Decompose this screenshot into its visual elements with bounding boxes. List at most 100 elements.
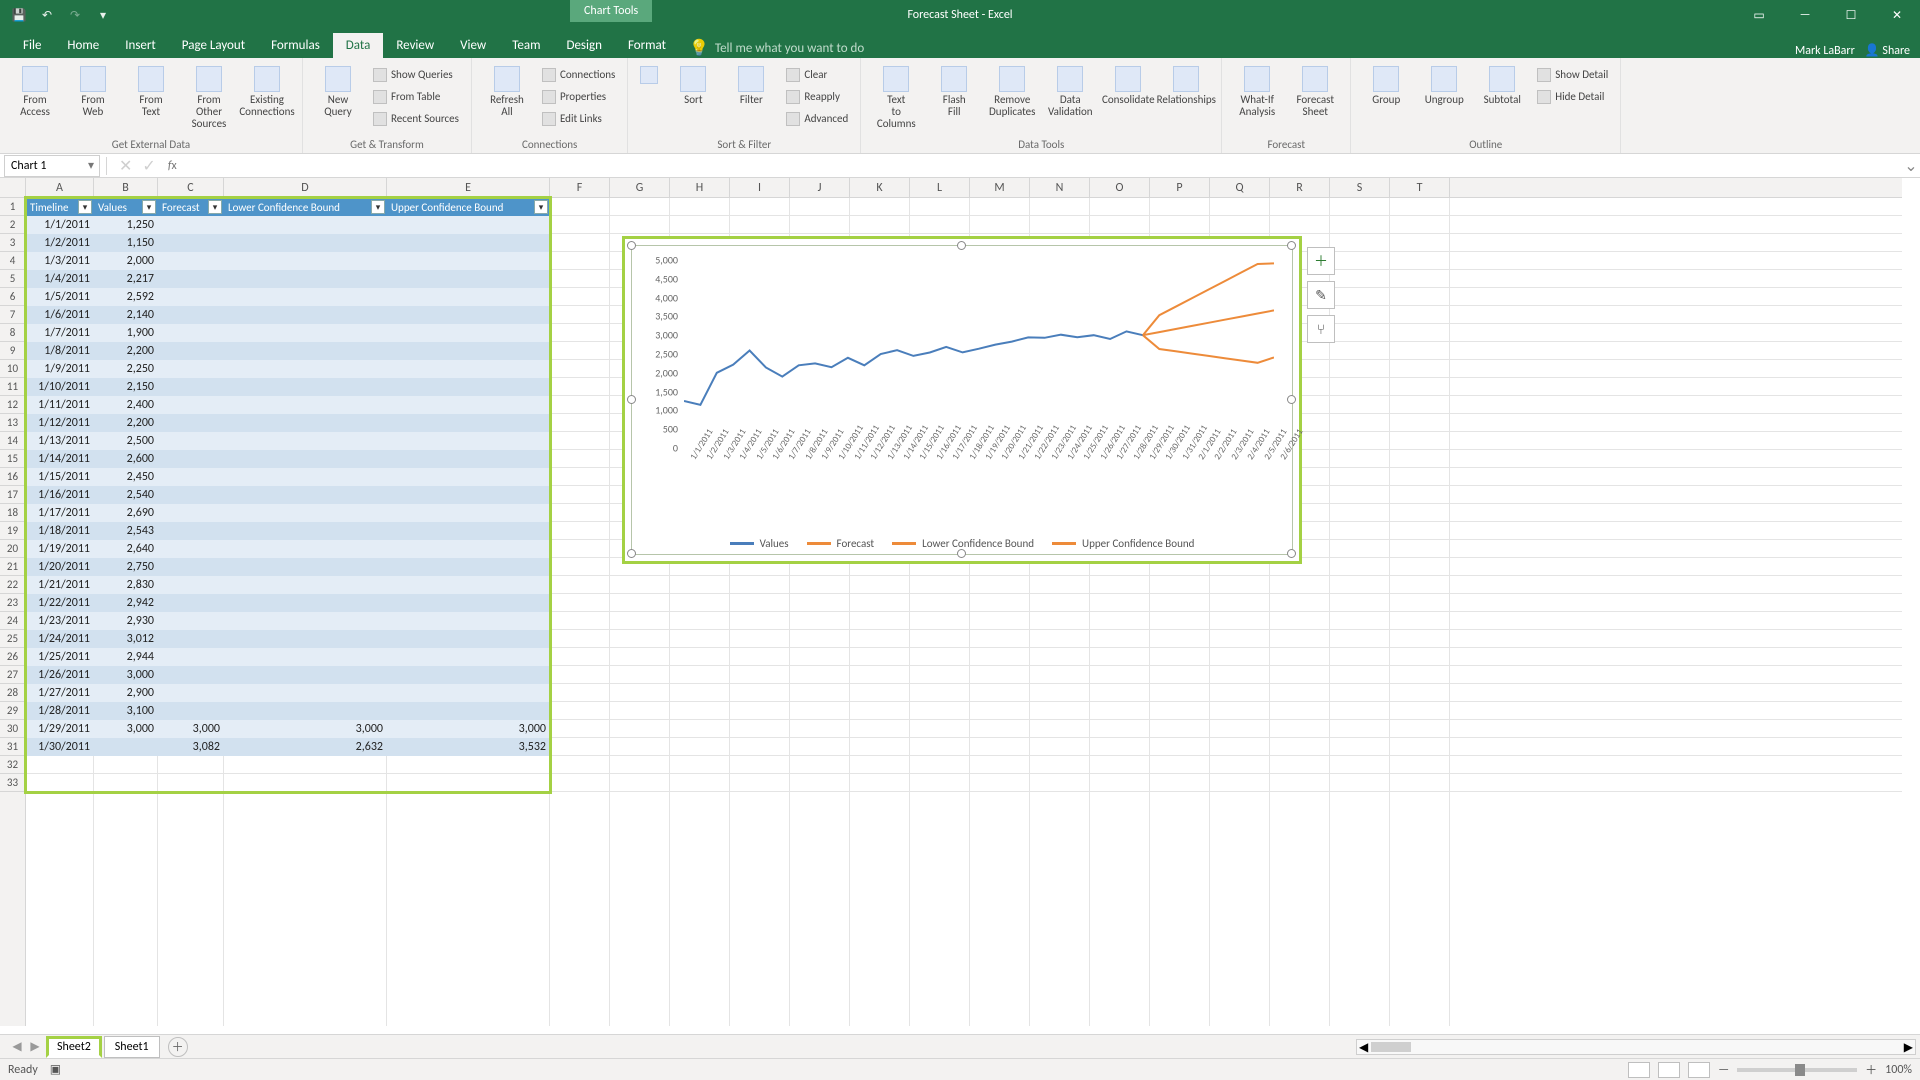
- tellme-input[interactable]: [715, 41, 915, 56]
- tab-nav-prev[interactable]: ◀: [8, 1039, 26, 1054]
- row-header-21[interactable]: 21: [0, 558, 25, 576]
- show-queries-button[interactable]: Show Queries: [369, 64, 463, 85]
- cell[interactable]: 1/18/2011: [26, 522, 94, 540]
- row-header-16[interactable]: 16: [0, 468, 25, 486]
- chart-styles-button[interactable]: ✎: [1307, 281, 1335, 309]
- cell[interactable]: 3,012: [94, 630, 158, 648]
- recent-sources-button[interactable]: Recent Sources: [369, 108, 463, 129]
- col-header-G[interactable]: G: [610, 178, 670, 197]
- col-header-T[interactable]: T: [1390, 178, 1450, 197]
- tab-page-layout[interactable]: Page Layout: [169, 33, 258, 58]
- cell[interactable]: 1/26/2011: [26, 666, 94, 684]
- cell[interactable]: 2,750: [94, 558, 158, 576]
- tab-view[interactable]: View: [447, 33, 499, 58]
- chevron-down-icon[interactable]: ▾: [83, 158, 99, 173]
- cell[interactable]: 1/27/2011: [26, 684, 94, 702]
- what-if-analysis-button[interactable]: What-IfAnalysis: [1230, 64, 1284, 118]
- row-headers[interactable]: 1234567891011121314151617181920212223242…: [0, 198, 26, 1026]
- row-header-4[interactable]: 4: [0, 252, 25, 270]
- row-header-13[interactable]: 13: [0, 414, 25, 432]
- worksheet-grid[interactable]: ABCDEFGHIJKLMNOPQRST 1234567891011121314…: [0, 178, 1920, 1048]
- data-validation-button[interactable]: DataValidation: [1043, 64, 1097, 118]
- cell[interactable]: 2,150: [94, 378, 158, 396]
- page-break-view-button[interactable]: [1688, 1062, 1710, 1078]
- table-header-lower-confidence-bound[interactable]: Lower Confidence Bound▾: [224, 198, 387, 216]
- cell[interactable]: 1/4/2011: [26, 270, 94, 288]
- cell[interactable]: 2,500: [94, 432, 158, 450]
- filter-dropdown-icon[interactable]: ▾: [371, 200, 385, 214]
- tab-formulas[interactable]: Formulas: [258, 33, 333, 58]
- chart-handle[interactable]: [957, 549, 966, 558]
- table-header-values[interactable]: Values▾: [94, 198, 158, 216]
- connections-button[interactable]: Connections: [538, 64, 619, 85]
- share-button[interactable]: 👤 Share: [1865, 43, 1910, 58]
- column-headers[interactable]: ABCDEFGHIJKLMNOPQRST: [26, 178, 1902, 198]
- chart-handle[interactable]: [1287, 395, 1296, 404]
- row-header-8[interactable]: 8: [0, 324, 25, 342]
- refresh-all-button[interactable]: RefreshAll: [480, 64, 534, 118]
- chart-handle[interactable]: [1287, 241, 1296, 250]
- col-header-N[interactable]: N: [1030, 178, 1090, 197]
- filter-dropdown-icon[interactable]: ▾: [534, 200, 548, 214]
- cell[interactable]: 1/25/2011: [26, 648, 94, 666]
- name-box[interactable]: Chart 1 ▾: [4, 155, 100, 177]
- ungroup-button[interactable]: Ungroup: [1417, 64, 1471, 106]
- cell[interactable]: 1/13/2011: [26, 432, 94, 450]
- cell[interactable]: 2,540: [94, 486, 158, 504]
- col-header-J[interactable]: J: [790, 178, 850, 197]
- row-header-9[interactable]: 9: [0, 342, 25, 360]
- maximize-icon[interactable]: ☐: [1828, 0, 1874, 30]
- row-header-2[interactable]: 2: [0, 216, 25, 234]
- cell[interactable]: 1/20/2011: [26, 558, 94, 576]
- cell[interactable]: 2,250: [94, 360, 158, 378]
- col-header-O[interactable]: O: [1090, 178, 1150, 197]
- qat-customize-icon[interactable]: ▾: [92, 4, 114, 26]
- row-header-3[interactable]: 3: [0, 234, 25, 252]
- cell[interactable]: 2,690: [94, 504, 158, 522]
- cell[interactable]: 1/15/2011: [26, 468, 94, 486]
- formula-input[interactable]: [183, 159, 1902, 173]
- show-detail-button[interactable]: Show Detail: [1533, 64, 1612, 85]
- cell[interactable]: 3,000: [224, 720, 387, 738]
- cell[interactable]: 1/28/2011: [26, 702, 94, 720]
- page-layout-view-button[interactable]: [1658, 1062, 1680, 1078]
- cell[interactable]: 1/14/2011: [26, 450, 94, 468]
- row-header-31[interactable]: 31: [0, 738, 25, 756]
- undo-icon[interactable]: ↶: [36, 4, 58, 26]
- cell[interactable]: 1/9/2011: [26, 360, 94, 378]
- cell[interactable]: 3,100: [94, 702, 158, 720]
- cell[interactable]: 2,600: [94, 450, 158, 468]
- cell[interactable]: 1,900: [94, 324, 158, 342]
- group-button[interactable]: Group: [1359, 64, 1413, 106]
- cell[interactable]: 1/3/2011: [26, 252, 94, 270]
- cell[interactable]: 2,830: [94, 576, 158, 594]
- chart-handle[interactable]: [627, 395, 636, 404]
- row-header-10[interactable]: 10: [0, 360, 25, 378]
- flash-fill-button[interactable]: FlashFill: [927, 64, 981, 118]
- cell[interactable]: 2,900: [94, 684, 158, 702]
- enter-formula-icon[interactable]: ✓: [142, 156, 155, 176]
- edit-links-button[interactable]: Edit Links: [538, 108, 619, 129]
- row-header-15[interactable]: 15: [0, 450, 25, 468]
- tab-design[interactable]: Design: [553, 33, 614, 58]
- cell[interactable]: 1/22/2011: [26, 594, 94, 612]
- new-query-button[interactable]: NewQuery: [311, 64, 365, 118]
- sort-az-button[interactable]: [636, 64, 662, 84]
- col-header-H[interactable]: H: [670, 178, 730, 197]
- tab-format[interactable]: Format: [615, 33, 679, 58]
- cell[interactable]: 1/5/2011: [26, 288, 94, 306]
- macro-record-icon[interactable]: ▣: [50, 1062, 61, 1077]
- col-header-F[interactable]: F: [550, 178, 610, 197]
- properties-button[interactable]: Properties: [538, 86, 619, 107]
- chart-handle[interactable]: [957, 241, 966, 250]
- col-header-I[interactable]: I: [730, 178, 790, 197]
- sort-button[interactable]: Sort: [666, 64, 720, 106]
- from-other-sources-button[interactable]: FromOtherSources: [182, 64, 236, 130]
- chart-filter-button[interactable]: ⑂: [1307, 315, 1335, 343]
- text-to-columns-button[interactable]: TexttoColumns: [869, 64, 923, 130]
- save-icon[interactable]: 💾: [8, 4, 30, 26]
- cell[interactable]: 2,944: [94, 648, 158, 666]
- row-header-7[interactable]: 7: [0, 306, 25, 324]
- row-header-12[interactable]: 12: [0, 396, 25, 414]
- minimize-icon[interactable]: —: [1782, 0, 1828, 30]
